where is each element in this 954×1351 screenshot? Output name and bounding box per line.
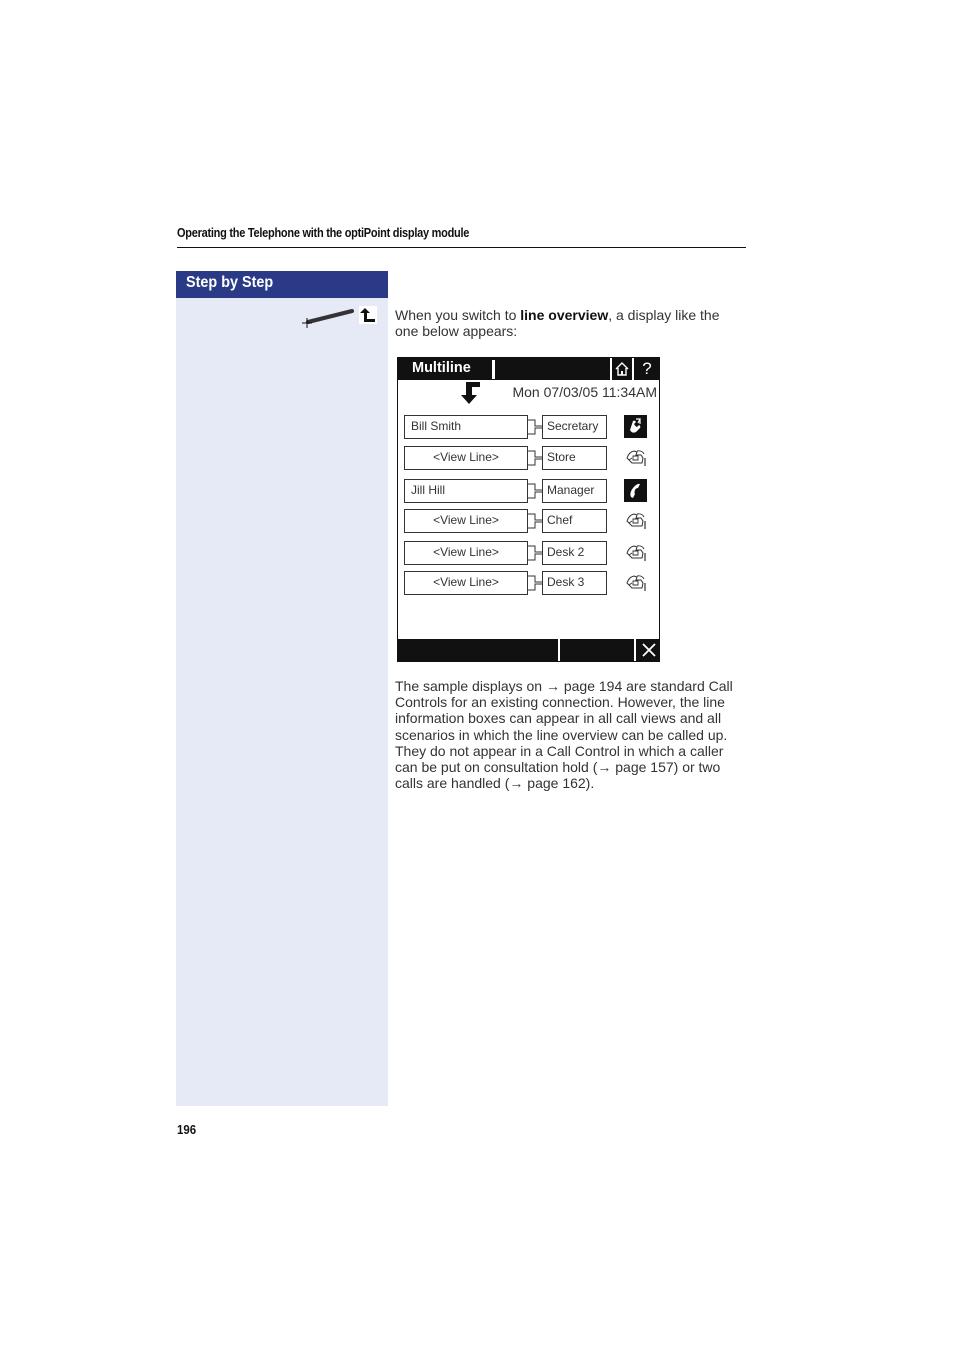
handset-icon: [624, 479, 647, 502]
idle-phone-icon: [624, 509, 647, 532]
header-rule: [177, 247, 746, 248]
display-datetime: Mon 07/03/05 11:34AM: [512, 384, 657, 400]
softkey-separator: [558, 639, 560, 661]
line-tag-box[interactable]: Desk 3: [542, 571, 607, 595]
line-connector: [528, 419, 543, 435]
line-tag-box[interactable]: Desk 2: [542, 541, 607, 565]
back-arrow-icon: [359, 306, 377, 324]
line-name-box[interactable]: <View Line>: [404, 541, 528, 565]
line-connector: [528, 575, 543, 591]
line-tag-box[interactable]: Chef: [542, 509, 607, 533]
step-by-step-column: [176, 271, 388, 1106]
line-connector: [528, 513, 543, 529]
title-separator: [492, 360, 495, 379]
home-icon[interactable]: [614, 361, 630, 377]
line-tag-box[interactable]: Manager: [542, 479, 607, 503]
display-screenshot: Multiline ? Mon 07/03/05 11:34AM Bill Sm…: [397, 357, 660, 662]
line-direction-arrow-icon: [461, 382, 480, 404]
line-connector: [528, 450, 543, 466]
idle-phone-icon: [624, 541, 647, 564]
body-paragraph: The sample displays on → page 194 are st…: [395, 678, 733, 792]
page-number: 196: [177, 1122, 197, 1137]
line-name-box[interactable]: <View Line>: [404, 509, 528, 533]
line-row[interactable]: Bill Smith Secretary: [404, 415, 608, 439]
active-call-icon: [624, 415, 647, 438]
intro-paragraph: When you switch to line overview, a disp…: [395, 307, 720, 339]
line-row[interactable]: Jill Hill Manager: [404, 479, 608, 503]
line-tag-box[interactable]: Secretary: [542, 415, 607, 439]
line-row[interactable]: <View Line> Store: [404, 446, 608, 470]
display-softkey-bar: [398, 639, 659, 661]
line-row[interactable]: <View Line> Desk 3: [404, 571, 608, 595]
term-line-overview: line overview: [520, 307, 609, 323]
line-row[interactable]: <View Line> Desk 2: [404, 541, 608, 565]
line-connector: [528, 545, 543, 561]
line-name-box[interactable]: Jill Hill: [404, 479, 528, 503]
running-header: Operating the Telephone with the optiPoi…: [177, 226, 470, 240]
line-row[interactable]: <View Line> Chef: [404, 509, 608, 533]
help-button[interactable]: ?: [636, 358, 658, 380]
close-icon[interactable]: [638, 639, 660, 661]
softkey-separator: [634, 639, 636, 661]
line-connector: [528, 483, 543, 499]
line-name-box[interactable]: <View Line>: [404, 446, 528, 470]
line-name-box[interactable]: <View Line>: [404, 571, 528, 595]
title-separator: [610, 358, 612, 380]
idle-phone-icon: [624, 446, 647, 469]
line-tag-box[interactable]: Store: [542, 446, 607, 470]
step-by-step-title: Step by Step: [186, 274, 274, 291]
step-by-step-header: Step by Step: [176, 271, 388, 298]
pen-icon: [302, 309, 354, 328]
display-titlebar: Multiline ?: [398, 358, 659, 380]
line-name-box[interactable]: Bill Smith: [404, 415, 528, 439]
display-title: Multiline: [412, 360, 471, 376]
title-separator: [632, 358, 634, 380]
idle-phone-icon: [624, 571, 647, 594]
